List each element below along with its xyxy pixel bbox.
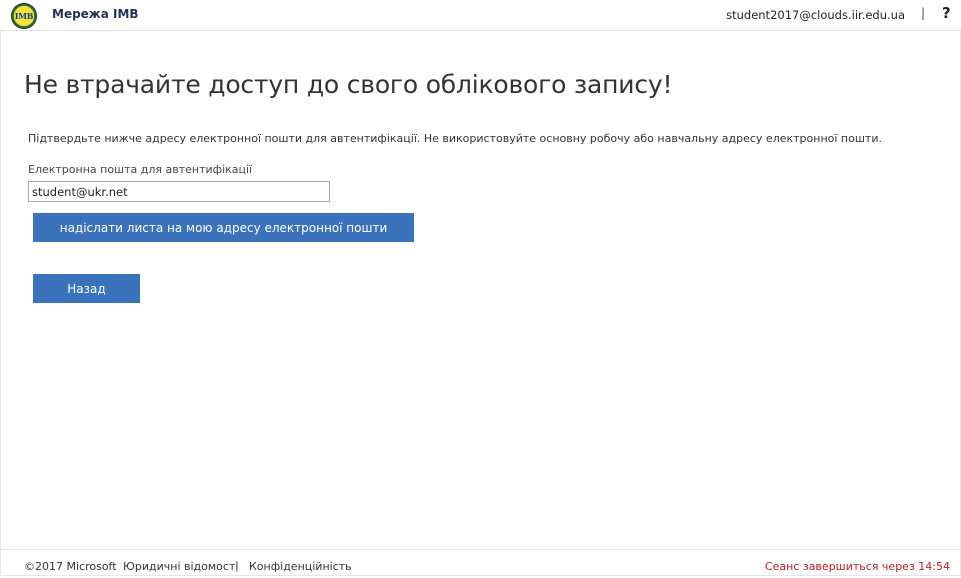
- privacy-link[interactable]: Конфіденційність: [249, 560, 352, 573]
- page-footer: ©2017 Microsoft Юридичні відомості | Кон…: [0, 549, 961, 578]
- auth-email-input[interactable]: [28, 181, 330, 202]
- signed-in-user-email[interactable]: student2017@clouds.iir.edu.ua: [726, 8, 905, 22]
- top-header: IMB Мережа ІМВ student2017@clouds.iir.ed…: [0, 0, 961, 31]
- page-title: Не втрачайте доступ до свого облікового …: [24, 70, 673, 99]
- imb-logo-icon: IMB: [11, 3, 37, 29]
- send-email-button[interactable]: надіслати листа на мою адресу електронно…: [33, 213, 414, 242]
- legal-notices-link[interactable]: Юридичні відомості: [123, 560, 238, 573]
- instructions-text: Підтвердьте нижче адресу електронної пош…: [28, 132, 882, 145]
- auth-email-label: Електронна пошта для автентифікації: [28, 163, 253, 176]
- brand-name: Мережа ІМВ: [52, 7, 139, 21]
- header-separator: |: [921, 6, 926, 20]
- back-button[interactable]: Назад: [33, 274, 140, 303]
- logo-text: IMB: [14, 11, 34, 21]
- footer-separator: |: [235, 559, 239, 572]
- copyright-text: ©2017 Microsoft: [24, 560, 117, 573]
- session-timeout-text: Сеанс завершиться через 14:54: [764, 560, 950, 573]
- help-question-icon[interactable]: ?: [942, 4, 951, 22]
